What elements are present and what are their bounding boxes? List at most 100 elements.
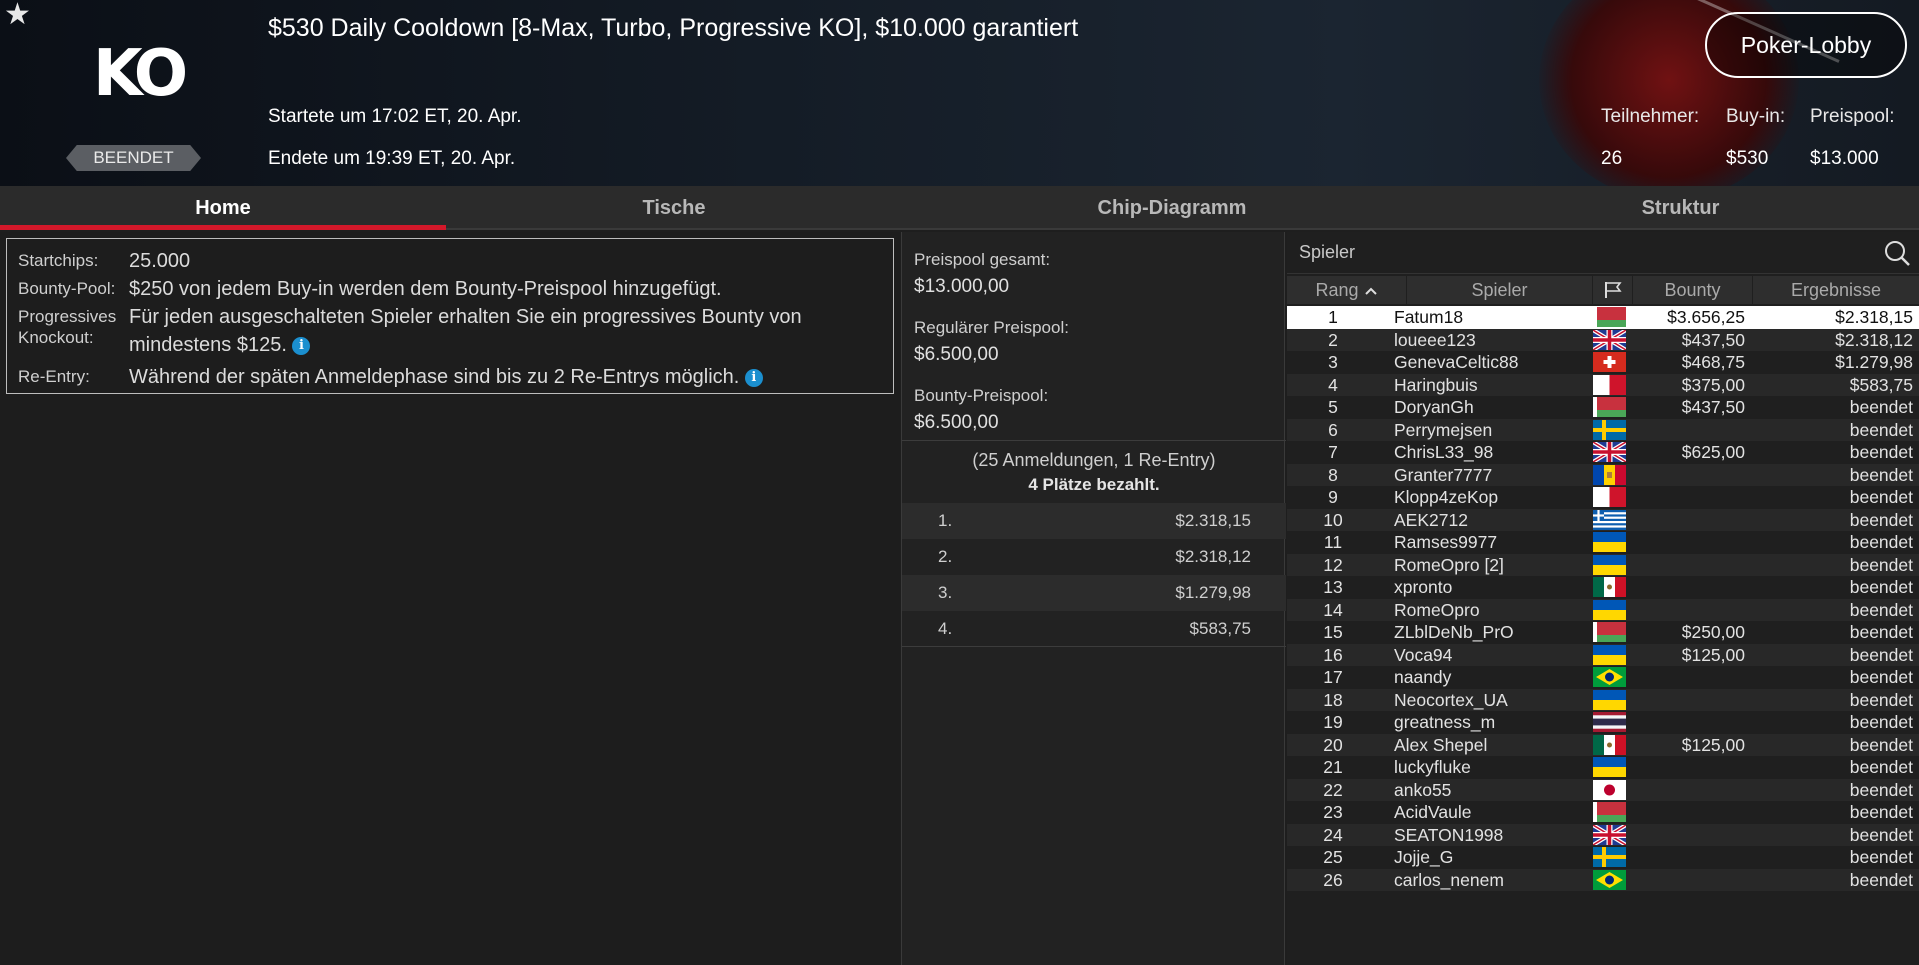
player-result: beendet: [1849, 442, 1913, 462]
player-result: $1.279,98: [1835, 352, 1913, 372]
table-row[interactable]: 4 Haringbuis $375,00 $583,75: [1287, 373, 1919, 396]
tab-tables[interactable]: Tische: [446, 186, 902, 230]
table-row[interactable]: 23 AcidVaule beendet: [1287, 801, 1919, 824]
player-search-bar[interactable]: Spieler: [1287, 232, 1919, 274]
table-row[interactable]: 9 Klopp4zeKop beendet: [1287, 486, 1919, 509]
tab-structure[interactable]: Struktur: [1442, 186, 1919, 230]
tab-chip-chart[interactable]: Chip-Diagramm: [902, 186, 1442, 230]
table-row[interactable]: 19 greatness_m beendet: [1287, 711, 1919, 734]
player-result: beendet: [1849, 757, 1913, 777]
belarus-flag-icon: [1593, 802, 1626, 822]
switzerland-flag-icon: [1593, 352, 1626, 372]
player-rank: 21: [1323, 757, 1343, 777]
belarus-flag-icon: [1593, 622, 1626, 642]
player-result: beendet: [1849, 847, 1913, 867]
player-result: beendet: [1849, 712, 1913, 732]
bounty-pool-value: $6.500,00: [914, 412, 999, 433]
payout-row: 4. $583,75: [902, 611, 1286, 647]
player-name: ChrisL33_98: [1394, 442, 1494, 462]
mexico-flag-icon: [1593, 734, 1626, 755]
player-result: beendet: [1849, 577, 1913, 597]
player-result: beendet: [1849, 869, 1913, 890]
table-row[interactable]: 17 naandy beendet: [1287, 666, 1919, 689]
tab-home[interactable]: Home: [0, 186, 446, 230]
regular-pool-label: Regulärer Preispool:: [914, 318, 1069, 337]
table-row[interactable]: 7 ChrisL33_98 $625,00 beendet: [1287, 441, 1919, 464]
pko-text: Für jeden ausgeschalteten Spieler erhalt…: [129, 306, 802, 356]
player-name: Neocortex_UA: [1394, 689, 1508, 710]
player-result: beendet: [1849, 824, 1913, 845]
player-rank: 22: [1323, 779, 1343, 800]
player-rank: 8: [1328, 464, 1338, 485]
column-country[interactable]: [1593, 276, 1633, 304]
player-rank: 11: [1323, 532, 1343, 552]
player-name: Fatum18: [1394, 307, 1464, 327]
column-player[interactable]: Spieler: [1407, 276, 1593, 304]
table-row[interactable]: 1 Fatum18 $3.656,25 $2.318,15: [1287, 306, 1919, 329]
payout-row: 2. $2.318,12: [902, 539, 1286, 575]
ukraine-flag-icon: [1593, 599, 1626, 620]
reentry-label: Re-Entry:: [18, 367, 90, 386]
player-result: beendet: [1849, 644, 1913, 665]
player-rank: 24: [1323, 824, 1343, 845]
table-row[interactable]: 12 RomeOpro [2] beendet: [1287, 553, 1919, 576]
player-name: GenevaCeltic88: [1394, 352, 1519, 372]
player-rank: 23: [1323, 802, 1343, 822]
player-result: beendet: [1849, 779, 1913, 800]
player-rank: 19: [1323, 712, 1343, 732]
column-bounty[interactable]: Bounty: [1633, 276, 1753, 304]
player-name: Perrymejsen: [1394, 419, 1493, 440]
player-result: beendet: [1849, 734, 1913, 755]
startchips-label: Startchips:: [18, 251, 99, 270]
column-result[interactable]: Ergebnisse: [1753, 276, 1919, 304]
table-row[interactable]: 20 Alex Shepel $125,00 beendet: [1287, 733, 1919, 756]
brazil-flag-icon: [1593, 667, 1626, 687]
start-time: Startete um 17:02 ET, 20. Apr.: [268, 106, 522, 127]
table-row[interactable]: 16 Voca94 $125,00 beendet: [1287, 643, 1919, 666]
buyin-value: $530: [1726, 148, 1769, 169]
player-name: AcidVaule: [1394, 802, 1472, 822]
table-row[interactable]: 13 xpronto beendet: [1287, 576, 1919, 599]
search-icon[interactable]: [1883, 239, 1911, 267]
pko-label-line2: Knockout:: [18, 328, 94, 347]
pko-info-icon[interactable]: i: [292, 337, 311, 355]
total-pool-value: $13.000,00: [914, 276, 1010, 297]
table-row[interactable]: 21 luckyfluke beendet: [1287, 756, 1919, 779]
table-row[interactable]: 2 loueee123 $437,50 $2.318,12: [1287, 328, 1919, 351]
regular-pool-value: $6.500,00: [914, 344, 999, 365]
ko-logo: KO: [93, 37, 188, 111]
table-row[interactable]: 22 anko55 beendet: [1287, 778, 1919, 801]
player-rank: 5: [1328, 397, 1338, 417]
payout-amount: $2.318,12: [1175, 547, 1251, 566]
table-row[interactable]: 8 Granter7777 beendet: [1287, 463, 1919, 486]
player-result: beendet: [1849, 487, 1913, 507]
table-row[interactable]: 6 Perrymejsen beendet: [1287, 418, 1919, 441]
column-rank-label: Rang: [1315, 280, 1359, 300]
table-row[interactable]: 18 Neocortex_UA beendet: [1287, 688, 1919, 711]
ukraine-flag-icon: [1593, 757, 1626, 777]
table-row[interactable]: 24 SEATON1998 beendet: [1287, 823, 1919, 846]
player-name: anko55: [1394, 779, 1452, 800]
table-row[interactable]: 3 GenevaCeltic88 $468,75 $1.279,98: [1287, 351, 1919, 374]
table-row[interactable]: 15 ZLblDeNb_PrO $250,00 beendet: [1287, 621, 1919, 644]
player-rank: 10: [1323, 509, 1343, 530]
table-row[interactable]: 5 DoryanGh $437,50 beendet: [1287, 396, 1919, 419]
player-rank: 18: [1323, 689, 1343, 710]
table-row[interactable]: 14 RomeOpro beendet: [1287, 598, 1919, 621]
player-rank: 3: [1328, 352, 1338, 372]
players-panel: Spieler Rang Spieler Bounty Ergebnisse 1…: [1287, 232, 1919, 965]
player-rank: 25: [1323, 847, 1343, 867]
table-row[interactable]: 11 Ramses9977 beendet: [1287, 531, 1919, 554]
tournament-header: ★ KO BEENDET $530 Daily Cooldown [8-Max,…: [0, 0, 1919, 186]
favorite-star-icon[interactable]: ★: [4, 0, 31, 30]
moldova-flag-icon: [1593, 464, 1626, 485]
column-rank[interactable]: Rang: [1287, 276, 1407, 304]
reentry-info-icon[interactable]: i: [744, 369, 763, 387]
table-row[interactable]: 26 carlos_nenem beendet: [1287, 868, 1919, 891]
tournament-title: $530 Daily Cooldown [8-Max, Turbo, Progr…: [268, 14, 1079, 42]
player-name: loueee123: [1394, 329, 1476, 350]
sweden-flag-icon: [1593, 419, 1626, 440]
table-row[interactable]: 10 AEK2712 beendet: [1287, 508, 1919, 531]
table-row[interactable]: 25 Jojje_G beendet: [1287, 846, 1919, 869]
poker-lobby-button[interactable]: Poker-Lobby: [1705, 12, 1907, 78]
